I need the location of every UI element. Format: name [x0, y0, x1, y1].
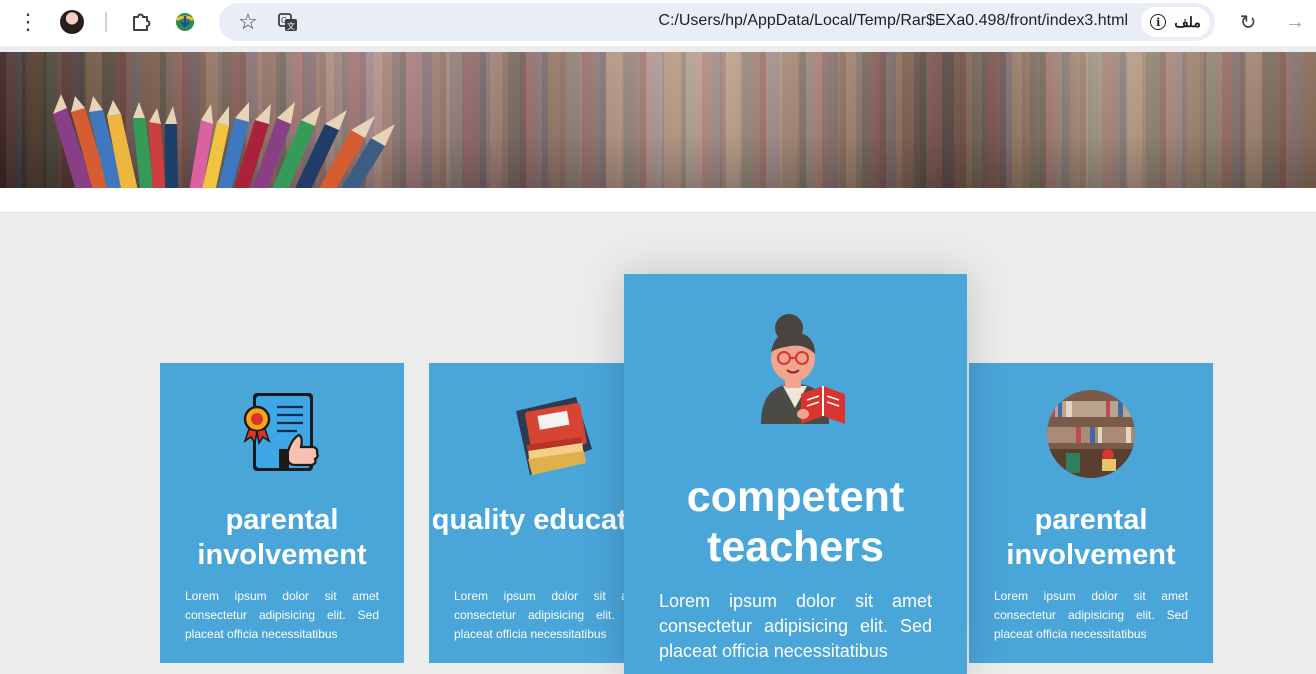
extensions-icon[interactable]: [128, 10, 154, 34]
certificate-thumbs-up-icon: [160, 389, 404, 479]
svg-text:文: 文: [287, 21, 295, 31]
svg-text:G: G: [281, 16, 287, 25]
header-banner-image: [0, 52, 1316, 188]
profile-avatar[interactable]: [60, 10, 84, 34]
address-url[interactable]: C:/Users/hp/AppData/Local/Temp/Rar$EXa0.…: [658, 12, 1128, 30]
idm-icon[interactable]: [172, 10, 198, 34]
reload-icon[interactable]: ↻: [1235, 9, 1261, 35]
feature-card-parental-involvement-2: parental involvement Lorem ipsum dolor s…: [969, 363, 1213, 663]
teacher-with-book-icon: [624, 306, 967, 436]
site-info-chip[interactable]: ملف i: [1141, 7, 1210, 37]
info-icon: i: [1150, 14, 1167, 30]
translate-icon[interactable]: 文G: [275, 10, 301, 34]
bookmark-star-icon[interactable]: ☆: [234, 9, 262, 35]
card-description: Lorem ipsum dolor sit amet consectetur a…: [994, 589, 1188, 641]
banner-bottom-strip: [0, 188, 1316, 213]
back-arrow-icon[interactable]: →: [1282, 9, 1308, 35]
library-shelf-photo: [969, 389, 1213, 479]
toolbar-divider: [105, 12, 107, 32]
feature-card-competent-teachers: competent teachers Lorem ipsum dolor sit…: [624, 274, 967, 674]
colored-pencils-image: [53, 94, 395, 188]
feature-card-parental-involvement: parental involvement Lorem ipsum dolor s…: [160, 363, 404, 663]
site-info-label: ملف: [1174, 13, 1201, 30]
browser-toolbar: ⋮ ☆ 文G C:/Users/hp/AppData/Local/Temp/Ra…: [0, 0, 1316, 46]
card-description: Lorem ipsum dolor sit amet consectetur a…: [454, 589, 648, 641]
card-title: parental involvement: [197, 504, 367, 572]
card-description: Lorem ipsum dolor sit amet consectetur a…: [659, 591, 932, 661]
card-title: competent teachers: [686, 473, 905, 571]
card-title: parental involvement: [1006, 504, 1176, 572]
card-description: Lorem ipsum dolor sit amet consectetur a…: [185, 589, 379, 641]
menu-dots-icon[interactable]: ⋮: [14, 10, 42, 34]
